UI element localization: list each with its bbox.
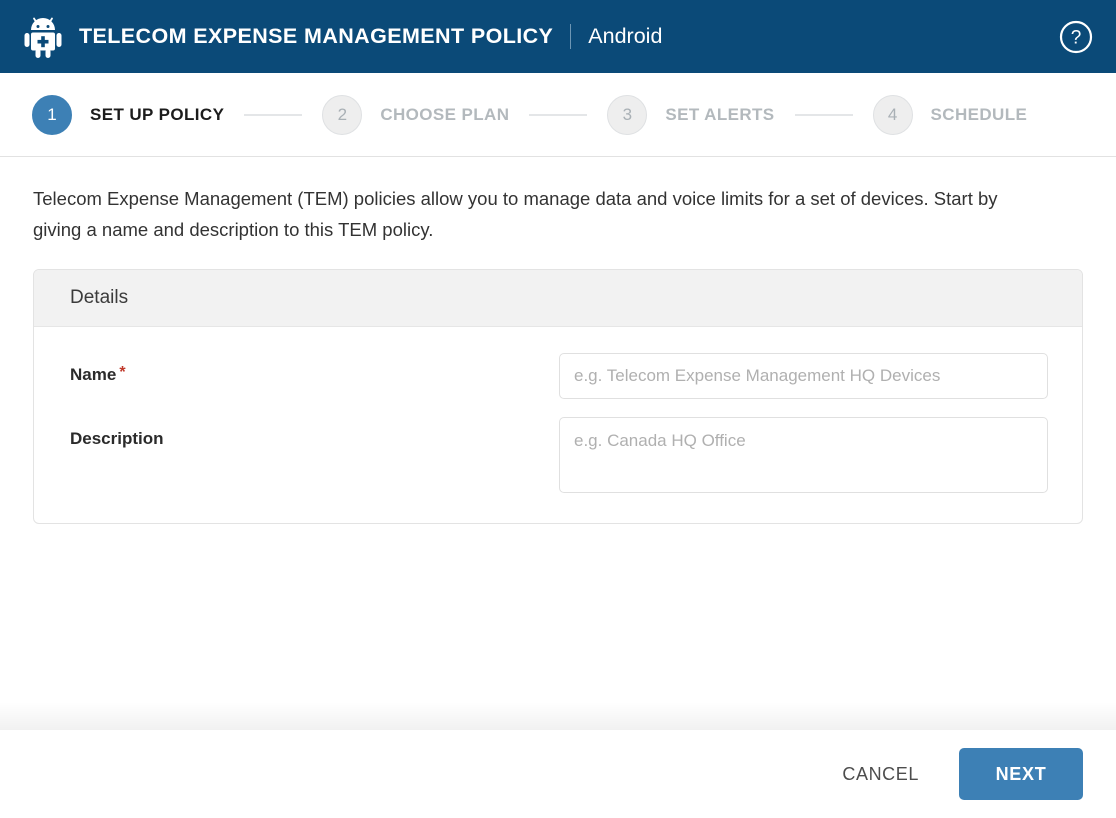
page-title: TELECOM EXPENSE MANAGEMENT POLICY: [79, 24, 554, 48]
form-row-description: Description: [70, 417, 1048, 493]
step-label-3: SET ALERTS: [665, 104, 775, 124]
step-choose-plan[interactable]: 2 CHOOSE PLAN: [322, 94, 510, 135]
step-label-2: CHOOSE PLAN: [380, 104, 510, 124]
name-label: Name *: [70, 353, 559, 385]
step-number-2: 2: [322, 94, 363, 135]
step-label-4: SCHEDULE: [930, 104, 1028, 124]
required-asterisk: *: [119, 364, 126, 381]
details-card-title: Details: [34, 270, 1082, 327]
step-label-1: SET UP POLICY: [90, 104, 225, 124]
details-card: Details Name* Description: [33, 269, 1083, 524]
header-platform-label: Android: [588, 24, 663, 48]
footer-shadow: [0, 702, 1116, 730]
intro-text: Telecom Expense Management (TEM) policie…: [33, 188, 998, 240]
step-connector-3: [794, 113, 853, 116]
name-label-text: Name: [70, 365, 117, 384]
step-number-3: 3: [607, 94, 648, 135]
step-number-4: 4: [872, 94, 913, 135]
main-content: Telecom Expense Management (TEM) policie…: [0, 157, 1116, 524]
app-header: TELECOM EXPENSE MANAGEMENT POLICY Androi…: [0, 0, 1116, 73]
description-label: Description: [70, 429, 164, 448]
step-connector-1: [244, 113, 303, 116]
cancel-button[interactable]: CANCEL: [826, 752, 935, 797]
next-button[interactable]: NEXT: [959, 748, 1083, 800]
description-input[interactable]: [559, 417, 1048, 493]
name-input[interactable]: [559, 353, 1048, 399]
form-row-name: Name *: [70, 353, 1048, 399]
footer-bar: CANCEL NEXT: [0, 730, 1116, 818]
step-set-up-policy[interactable]: 1 SET UP POLICY: [32, 94, 225, 135]
help-circle-icon[interactable]: ?: [1058, 19, 1094, 55]
wizard-stepper: 1 SET UP POLICY 2 CHOOSE PLAN 3 SET ALER…: [0, 73, 1116, 157]
android-robot-icon: [24, 17, 62, 58]
details-card-body: Name* Description: [34, 327, 1082, 523]
step-schedule[interactable]: 4 SCHEDULE: [872, 94, 1028, 135]
svg-text:?: ?: [1071, 27, 1082, 48]
step-connector-2: [529, 113, 588, 116]
step-number-1: 1: [32, 94, 72, 135]
step-set-alerts[interactable]: 3 SET ALERTS: [607, 94, 775, 135]
header-divider: [570, 24, 572, 49]
